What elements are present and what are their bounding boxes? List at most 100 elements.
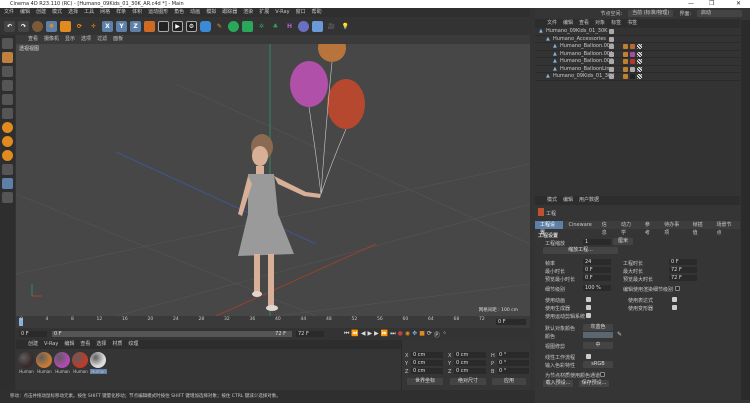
render-view-icon[interactable]: ▶ bbox=[172, 20, 183, 32]
viewport-menu-item[interactable]: 过滤 bbox=[97, 35, 107, 44]
menu-item[interactable]: 编辑 bbox=[20, 8, 30, 17]
model-mode-icon[interactable] bbox=[2, 52, 13, 63]
material-menu-item[interactable]: V-Ray bbox=[44, 340, 58, 349]
rot-h-field[interactable]: 0 ° bbox=[497, 352, 529, 358]
use-generators-checkbox[interactable] bbox=[586, 305, 591, 310]
make-editable-icon[interactable] bbox=[2, 38, 13, 49]
attribute-tab[interactable]: 动力学 bbox=[616, 221, 640, 236]
menu-item[interactable]: 窗口 bbox=[296, 8, 306, 17]
tweak-icon[interactable] bbox=[2, 164, 13, 175]
extrude-icon[interactable] bbox=[242, 20, 253, 32]
menu-item[interactable]: 动画 bbox=[190, 8, 200, 17]
maximize-button[interactable]: ❐ bbox=[709, 0, 714, 8]
key-pla-icon[interactable]: ⁘ bbox=[442, 330, 447, 339]
size-x-field[interactable]: 0 cm bbox=[454, 352, 486, 358]
om-menu-item[interactable]: 标签 bbox=[611, 19, 621, 28]
workplane-icon[interactable] bbox=[2, 178, 13, 189]
material-tag-icon[interactable] bbox=[630, 59, 635, 64]
material-label[interactable]: Human bbox=[18, 369, 35, 374]
material-swatch[interactable] bbox=[72, 352, 88, 368]
menu-item[interactable]: 选择 bbox=[68, 8, 78, 17]
visibility-checkbox[interactable] bbox=[609, 51, 614, 57]
snap-icon[interactable] bbox=[2, 122, 13, 133]
coord-system-icon[interactable] bbox=[144, 20, 155, 32]
layout-dropdown[interactable]: 启动 bbox=[697, 9, 742, 17]
material-swatch[interactable] bbox=[54, 352, 70, 368]
menu-item[interactable]: V-Ray bbox=[275, 8, 289, 17]
attribute-tab[interactable]: 场景节点 bbox=[712, 221, 740, 236]
menu-item[interactable]: 网格 bbox=[100, 8, 110, 17]
play-icon[interactable]: ▶ bbox=[368, 330, 373, 339]
prev-key-icon[interactable]: ⏪ bbox=[351, 330, 358, 339]
viewport-menu-item[interactable]: 选项 bbox=[81, 35, 91, 44]
render-lod-checkbox[interactable] bbox=[675, 286, 680, 291]
key-param-icon[interactable]: Ⓟ bbox=[434, 330, 440, 339]
phong-tag-icon[interactable] bbox=[623, 59, 628, 64]
menu-item[interactable]: 样条 bbox=[116, 8, 126, 17]
material-menu-item[interactable]: 编辑 bbox=[64, 340, 74, 349]
material-menu-item[interactable]: 选择 bbox=[96, 340, 106, 349]
x-axis-button[interactable]: X bbox=[102, 20, 113, 32]
material-tag-icon[interactable] bbox=[630, 74, 635, 79]
vray-tag-icon[interactable] bbox=[637, 66, 642, 72]
object-row[interactable]: ▲ Humano_Accessories bbox=[535, 36, 740, 43]
node-space-dropdown[interactable]: 当前 (标准/物理) bbox=[628, 9, 674, 17]
scale-icon[interactable] bbox=[60, 20, 71, 32]
current-frame-field[interactable]: 0 F bbox=[496, 319, 526, 325]
am-menu-item[interactable]: 模式 bbox=[547, 196, 557, 205]
points-mode-icon[interactable] bbox=[2, 80, 13, 91]
color-swatch[interactable] bbox=[583, 332, 613, 338]
object-row[interactable]: ▲ Humano_09Kids_01_30K bbox=[535, 28, 740, 36]
render-settings-icon[interactable]: ⚙ bbox=[186, 20, 197, 32]
menu-item[interactable]: 体积 bbox=[132, 8, 142, 17]
visibility-checkbox[interactable] bbox=[609, 29, 614, 34]
mograph-icon[interactable]: ♣ bbox=[270, 21, 281, 32]
phong-tag-icon[interactable] bbox=[623, 44, 628, 49]
vray-tag-icon[interactable] bbox=[637, 74, 642, 79]
menu-item[interactable]: 跟踪器 bbox=[222, 8, 237, 17]
start-frame-field[interactable]: 0 F bbox=[19, 331, 47, 337]
y-axis-button[interactable]: Y bbox=[116, 20, 127, 32]
timeline-ruler[interactable]: 0 4 8 12 16 20 24 28 32 36 40 44 48 52 56 60 64 68 72 0 F bbox=[16, 316, 530, 328]
viewport-menu-item[interactable]: 面板 bbox=[113, 35, 123, 44]
range-slider[interactable]: 0 F 72 F bbox=[52, 331, 292, 337]
material-swatch[interactable] bbox=[36, 352, 52, 368]
polygons-mode-icon[interactable] bbox=[2, 108, 13, 119]
material-tag-icon[interactable] bbox=[630, 51, 635, 57]
axis-icon[interactable] bbox=[2, 150, 13, 161]
object-row[interactable]: ▲ Humano_Balloon.003 bbox=[535, 43, 740, 51]
size-y-field[interactable]: 0 cm bbox=[454, 360, 486, 366]
key-rotation-icon[interactable]: ⟳ bbox=[427, 330, 432, 339]
menu-item[interactable]: 帮助 bbox=[312, 8, 322, 17]
deformer-icon[interactable]: H bbox=[284, 21, 295, 32]
material-label[interactable]: Human bbox=[90, 369, 107, 374]
material-label[interactable]: Human bbox=[72, 369, 89, 374]
attribute-tab[interactable]: 帧插值 bbox=[688, 221, 712, 236]
minimize-button[interactable]: — bbox=[688, 0, 694, 8]
visibility-checkbox[interactable] bbox=[609, 44, 614, 49]
eyedropper-icon[interactable]: ✎ bbox=[617, 331, 622, 338]
am-menu-item[interactable]: 编辑 bbox=[563, 196, 573, 205]
move-icon[interactable]: ✥ bbox=[46, 20, 57, 32]
camera-icon[interactable]: 🎥 bbox=[326, 21, 337, 32]
light-icon[interactable]: 💡 bbox=[340, 21, 351, 32]
menu-item[interactable]: 模拟 bbox=[206, 8, 216, 17]
pos-y-field[interactable]: 0 cm bbox=[411, 360, 443, 366]
menu-item[interactable]: 创建 bbox=[36, 8, 46, 17]
z-axis-button[interactable]: Z bbox=[130, 20, 141, 32]
node-color-checkbox[interactable] bbox=[600, 372, 605, 377]
phong-tag-icon[interactable] bbox=[623, 74, 628, 79]
viewport[interactable]: 透视视图 网格间距 : 100 cm bbox=[16, 44, 530, 316]
prev-frame-icon[interactable]: ◀ bbox=[361, 330, 366, 339]
menu-item[interactable]: 工具 bbox=[84, 8, 94, 17]
visibility-checkbox[interactable] bbox=[609, 36, 614, 42]
material-label[interactable]: Human bbox=[54, 369, 71, 374]
size-z-field[interactable]: 0 cm bbox=[454, 368, 486, 374]
project-scale-field[interactable]: 1 bbox=[583, 239, 611, 245]
field-icon[interactable] bbox=[298, 20, 309, 32]
save-preset-button[interactable]: 保存预设... bbox=[579, 380, 609, 387]
menu-item[interactable]: 渲染 bbox=[243, 8, 253, 17]
om-menu-item[interactable]: 编辑 bbox=[563, 19, 573, 28]
record-icon[interactable]: ● bbox=[398, 330, 403, 339]
material-menu-item[interactable]: 查看 bbox=[80, 340, 90, 349]
